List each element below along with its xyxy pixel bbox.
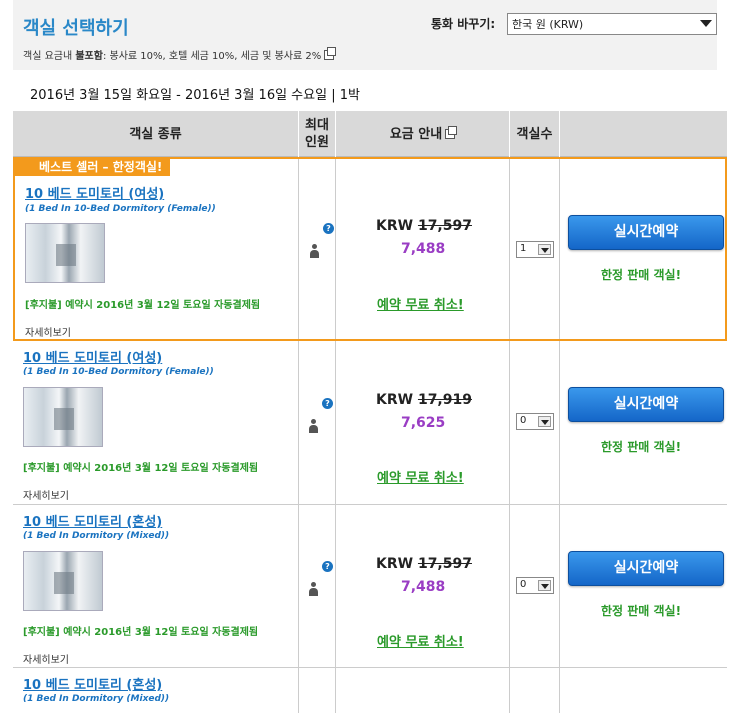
price-discount: 7,488 — [401, 241, 446, 257]
person-icon — [309, 244, 319, 258]
tax-note: 객실 요금내 불포함: 봉사료 10%, 호텔 세금 10%, 세금 및 봉사료… — [23, 47, 337, 62]
help-icon[interactable]: ? — [322, 398, 333, 409]
price-original: KRW 17,597 — [376, 556, 472, 572]
book-now-button[interactable]: 실시간예약 — [568, 215, 724, 250]
currency-label: 통화 바꾸기: — [431, 17, 496, 31]
room-subtitle: (1 Bed In Dormitory (Mixed)) — [23, 531, 170, 541]
popup-icon[interactable] — [445, 126, 458, 139]
header-bar: 객실 선택하기 객실 요금내 불포함: 봉사료 10%, 호텔 세금 10%, … — [13, 0, 717, 70]
table-row: 10 베드 도미토리 (여성) (1 Bed In 10-Bed Dormito… — [13, 341, 727, 505]
stay-dates: 2016년 3월 15일 화요일 - 2016년 3월 16일 수요일 | 1박 — [30, 88, 360, 103]
help-icon[interactable]: ? — [322, 561, 333, 572]
room-photo[interactable] — [23, 387, 103, 447]
book-now-button[interactable]: 실시간예약 — [568, 387, 724, 422]
chevron-down-icon — [538, 244, 551, 255]
room-name-link[interactable]: 10 베드 도미토리 (여성) — [25, 183, 164, 202]
help-icon[interactable]: ? — [323, 223, 334, 234]
chevron-down-icon — [700, 20, 712, 27]
free-cancel-link[interactable]: 예약 무료 취소! — [377, 631, 464, 650]
room-name-link[interactable]: 10 베드 도미토리 (여성) — [23, 347, 162, 366]
details-link[interactable]: 자세히보기 — [25, 324, 71, 339]
room-subtitle: (1 Bed In 10-Bed Dormitory (Female)) — [23, 367, 214, 377]
col-rooms: 객실수 — [509, 111, 559, 157]
room-qty-select[interactable]: 1 — [516, 241, 554, 258]
limited-note: 한정 판매 객실! — [601, 604, 682, 618]
prepay-note: [후지불] 예약시 2016년 3월 12일 토요일 자동결제됨 — [23, 463, 259, 474]
limited-note: 한정 판매 객실! — [601, 440, 682, 454]
currency-select[interactable]: 한국 원 (KRW) — [507, 13, 717, 35]
free-cancel-link[interactable]: 예약 무료 취소! — [377, 294, 464, 313]
col-room-type: 객실 종류 — [129, 126, 182, 142]
room-photo[interactable] — [25, 223, 105, 283]
col-booking — [559, 111, 727, 157]
room-name-link[interactable]: 10 베드 도미토리 (혼성) — [23, 674, 162, 693]
book-now-button[interactable]: 실시간예약 — [568, 551, 724, 586]
chevron-down-icon — [538, 580, 551, 591]
limited-note: 한정 판매 객실! — [601, 268, 682, 282]
price-discount: 7,625 — [401, 415, 446, 431]
room-qty-select[interactable]: 0 — [516, 413, 554, 430]
table-row: 10 베드 도미토리 (혼성) (1 Bed In Dormitory (Mix… — [13, 505, 727, 668]
page-title: 객실 선택하기 — [23, 18, 129, 39]
room-name-link[interactable]: 10 베드 도미토리 (혼성) — [23, 511, 162, 530]
col-price-info: 요금 안내 — [335, 111, 509, 157]
table-row: 베스트 셀러 – 한정객실! 10 베드 도미토리 (여성) (1 Bed In… — [13, 157, 727, 341]
price-original: KRW 17,919 — [376, 392, 472, 408]
person-icon — [308, 419, 318, 433]
price-discount: 7,488 — [401, 579, 446, 595]
room-subtitle: (1 Bed In 10-Bed Dormitory (Female)) — [25, 204, 216, 214]
room-qty-select[interactable]: 0 — [516, 577, 554, 594]
best-seller-badge: 베스트 셀러 – 한정객실! — [15, 159, 171, 176]
table-header: 객실 종류 최대 인원 요금 안내 객실수 — [13, 111, 727, 157]
rooms-table: 객실 종류 최대 인원 요금 안내 객실수 베스트 셀러 – 한정객실! 10 베… — [13, 111, 727, 713]
room-subtitle: (1 Bed In Dormitory (Mixed)) — [23, 694, 170, 704]
room-photo[interactable] — [23, 551, 103, 611]
prepay-note: [후지불] 예약시 2016년 3월 12일 토요일 자동결제됨 — [25, 300, 261, 311]
chevron-down-icon — [538, 416, 551, 427]
details-link[interactable]: 자세히보기 — [23, 487, 69, 502]
free-cancel-link[interactable]: 예약 무료 취소! — [377, 467, 464, 486]
col-max-guests: 최대 인원 — [298, 111, 335, 157]
details-link[interactable]: 자세히보기 — [23, 651, 69, 666]
person-icon — [308, 582, 318, 596]
price-original: KRW 17,597 — [376, 218, 472, 234]
prepay-note: [후지불] 예약시 2016년 3월 12일 토요일 자동결제됨 — [23, 627, 259, 638]
table-row: 10 베드 도미토리 (혼성) (1 Bed In Dormitory (Mix… — [13, 668, 727, 713]
popup-icon[interactable] — [324, 47, 337, 60]
